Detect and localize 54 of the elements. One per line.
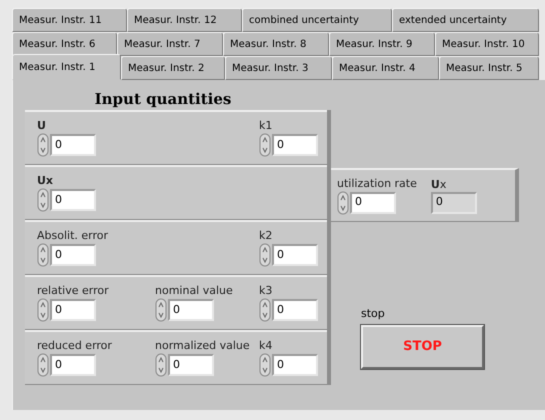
field-label: Ux <box>37 174 54 188</box>
tab[interactable]: Measur. Instr. 11 <box>12 8 127 32</box>
numeric-input-field[interactable]: 0 <box>50 189 96 211</box>
spinner-arrows-icon[interactable] <box>37 188 49 212</box>
field-label: U <box>37 119 47 133</box>
numeric-input-field[interactable]: 0 <box>272 354 318 376</box>
numeric-input-field[interactable]: 0 <box>168 354 214 376</box>
tab[interactable]: extended uncertainty <box>392 8 539 32</box>
tab[interactable]: Measur. Instr. 2 <box>121 56 225 80</box>
spinner-arrows-icon[interactable] <box>337 190 349 214</box>
tab[interactable]: Measur. Instr. 6 <box>12 32 117 56</box>
numeric-input-field[interactable]: 0 <box>272 299 318 321</box>
spinner-arrows-icon[interactable] <box>259 243 271 267</box>
field-label: utilization rate <box>337 176 417 190</box>
tab[interactable]: Measur. Instr. 7 <box>117 32 223 56</box>
numeric-input-field[interactable]: 0 <box>272 244 318 266</box>
spinner-arrows-icon[interactable] <box>37 353 49 377</box>
field-label: k3 <box>259 284 274 298</box>
tab[interactable]: Measur. Instr. 3 <box>225 56 332 80</box>
indicator-display: 0 <box>430 192 477 214</box>
field-label: Ux <box>430 178 448 192</box>
tab[interactable]: Measur. Instr. 1 <box>12 54 121 80</box>
numeric-input-field[interactable]: 0 <box>50 244 96 266</box>
field-label: relative error <box>37 284 110 298</box>
panel-title: Input quantities <box>94 89 232 110</box>
field-label: k2 <box>259 229 274 243</box>
tab[interactable]: Measur. Instr. 10 <box>435 32 539 56</box>
field-label: Absolit. error <box>37 229 110 243</box>
tab[interactable]: Measur. Instr. 4 <box>332 56 439 80</box>
tab[interactable]: combined uncertainty <box>242 8 392 32</box>
spinner-arrows-icon[interactable] <box>37 298 49 322</box>
tab[interactable]: Measur. Instr. 12 <box>127 8 242 32</box>
numeric-input-field[interactable]: 0 <box>50 354 96 376</box>
numeric-input-field[interactable]: 0 <box>50 299 96 321</box>
spinner-arrows-icon[interactable] <box>259 133 271 157</box>
tab[interactable]: Measur. Instr. 8 <box>223 32 329 56</box>
field-label: k4 <box>259 339 274 353</box>
spinner-arrows-icon[interactable] <box>155 353 167 377</box>
tab[interactable]: Measur. Instr. 5 <box>439 56 539 80</box>
numeric-input-field[interactable]: 0 <box>168 299 214 321</box>
field-label: reduced error <box>37 339 113 353</box>
numeric-input-field[interactable]: 0 <box>350 192 396 214</box>
field-label: nominal value <box>155 284 234 298</box>
stop-label: stop <box>361 306 386 322</box>
spinner-arrows-icon[interactable] <box>259 298 271 322</box>
tab[interactable]: Measur. Instr. 9 <box>329 32 435 56</box>
field-label: normalized value <box>155 339 251 353</box>
numeric-input-field[interactable]: 0 <box>272 134 318 156</box>
spinner-arrows-icon[interactable] <box>37 133 49 157</box>
spinner-arrows-icon[interactable] <box>37 243 49 267</box>
spinner-arrows-icon[interactable] <box>259 353 271 377</box>
spinner-arrows-icon[interactable] <box>155 298 167 322</box>
numeric-input-field[interactable]: 0 <box>50 134 96 156</box>
field-label: k1 <box>259 119 274 133</box>
